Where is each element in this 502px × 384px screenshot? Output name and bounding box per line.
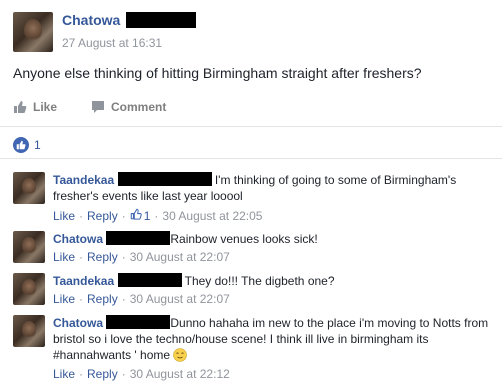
divider (0, 158, 502, 159)
comment-actions: Like · Reply · 30 August at 22:07 (53, 292, 230, 306)
avatar[interactable] (13, 315, 45, 347)
redacted-name (117, 172, 212, 186)
comment-like-link[interactable]: Like (53, 209, 75, 223)
comment-actions: Like · Reply · 30 August at 22:07 (53, 250, 230, 264)
redacted-name (106, 231, 171, 245)
comment-reply-link[interactable]: Reply (87, 292, 118, 306)
comment-reaction-count: 1 (143, 208, 151, 223)
comment-button[interactable]: Comment (91, 100, 166, 114)
comment-text: I'm thinking of going to some of Birming… (53, 173, 457, 203)
comment-author[interactable]: Chatowa (53, 316, 103, 330)
comment-reply-link[interactable]: Reply (87, 250, 118, 264)
comment-icon (91, 100, 105, 114)
separator: · (121, 250, 126, 264)
thumbs-up-outline-icon (130, 208, 142, 223)
comment-timestamp[interactable]: 30 August at 22:07 (130, 250, 230, 264)
separator: · (79, 292, 84, 306)
thumbs-up-icon (13, 100, 27, 114)
avatar[interactable] (13, 231, 45, 263)
divider (0, 126, 502, 127)
comment-body: Chatowa Rainbow venues looks sick! (53, 231, 498, 247)
comment-author[interactable]: Taandekaa (53, 173, 114, 187)
separator: · (79, 367, 84, 381)
comment-like-link[interactable]: Like (53, 250, 75, 264)
comment-body: Chatowa Dunno hahaha im new to the place… (53, 315, 498, 366)
post-timestamp[interactable]: 27 August at 16:31 (62, 36, 162, 50)
comment-timestamp[interactable]: 30 August at 22:07 (130, 292, 230, 306)
redacted-name (106, 315, 171, 329)
comment-body: Taandekaa They do!!! The digbeth one? (53, 273, 498, 289)
comment-reply-link[interactable]: Reply (87, 367, 118, 381)
comment-timestamp[interactable]: 30 August at 22:05 (162, 209, 262, 223)
like-label: Like (33, 100, 58, 114)
post-text: Anyone else thinking of hitting Birmingh… (13, 65, 422, 81)
comment-text: They do!!! The digbeth one? (184, 274, 335, 288)
avatar[interactable] (13, 12, 53, 52)
avatar[interactable] (13, 172, 45, 204)
comment-author[interactable]: Taandekaa (53, 274, 114, 288)
comment-text: Rainbow venues looks sick! (170, 232, 318, 246)
separator: · (121, 292, 126, 306)
like-button[interactable]: Like (13, 100, 57, 114)
separator: · (121, 367, 126, 381)
redacted-name (117, 273, 182, 287)
reactions-summary[interactable]: 1 (13, 137, 41, 153)
comment-actions: Like · Reply · 30 August at 22:12 (53, 367, 230, 381)
relieved-face-emoji-icon (173, 348, 188, 366)
separator: · (79, 250, 84, 264)
like-count: 1 (34, 138, 41, 152)
separator: · (121, 208, 126, 223)
redacted-name (126, 12, 196, 28)
like-badge-icon (13, 137, 29, 153)
comment-reactions[interactable]: 1 (130, 208, 151, 223)
separator: · (79, 208, 84, 223)
comment-actions: Like · Reply · 1 · 30 August at 22:05 (53, 208, 262, 223)
post-header: Chatowa 27 August at 16:31 (0, 0, 502, 60)
post-author-name[interactable]: Chatowa (62, 12, 120, 28)
comment-reply-link[interactable]: Reply (87, 209, 118, 223)
comment-body: Taandekaa I'm thinking of going to some … (53, 172, 498, 204)
avatar[interactable] (13, 273, 45, 305)
post-action-bar: Like Comment (13, 100, 491, 120)
comment-like-link[interactable]: Like (53, 292, 75, 306)
comment-author[interactable]: Chatowa (53, 232, 103, 246)
separator: · (154, 208, 159, 223)
comment-like-link[interactable]: Like (53, 367, 75, 381)
comment-label: Comment (111, 100, 167, 114)
comment-timestamp[interactable]: 30 August at 22:12 (130, 367, 230, 381)
